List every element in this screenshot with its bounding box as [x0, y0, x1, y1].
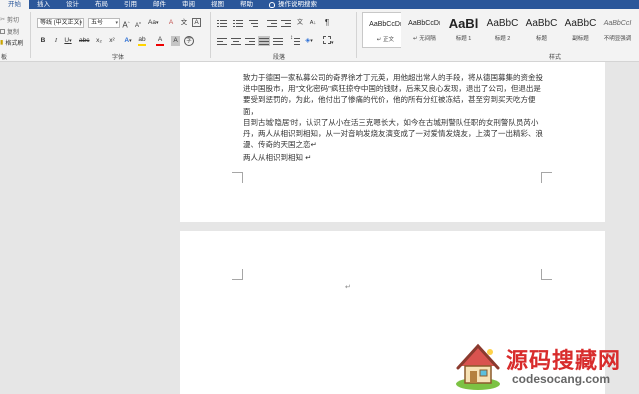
text-effects-button[interactable]: A▾ — [124, 36, 132, 46]
tab-references[interactable]: 引用 — [116, 0, 145, 9]
style-name: 不明显强调 — [603, 36, 632, 42]
cut-button[interactable]: ✂ 剪切 — [0, 15, 19, 24]
shading-button[interactable]: ◈▾ — [305, 36, 313, 46]
bold-button[interactable]: B — [39, 36, 47, 46]
font-size-dropdown[interactable]: 五号 ▾ — [88, 18, 120, 28]
chevron-down-icon: ▾ — [115, 20, 118, 26]
styles-group-label: 样式 — [549, 55, 562, 61]
clipboard-group-label: 板 — [1, 55, 8, 61]
page-1[interactable]: 致力于德国一家私募公司的奇界徐才丁元英，用他超出常人的手段，将从德国募集的资金投… — [180, 62, 605, 222]
justify-button[interactable] — [258, 36, 270, 46]
tell-me-label: 操作说明搜索 — [278, 1, 317, 8]
align-left-button[interactable] — [217, 37, 227, 45]
font-group: 等线 (中文正文) ▾ 五号 ▾ A^ Av Aa▾ A 文 A B I U▾ ab… — [34, 9, 210, 62]
show-marks-button[interactable]: ¶ — [323, 18, 331, 28]
ribbon-tab-strip: 开始 插入 设计 布局 引用 邮件 审阅 视图 帮助 操作说明搜索 — [0, 0, 639, 9]
body-paragraph[interactable]: 致力于德国一家私募公司的奇界徐才丁元英，用他超出常人的手段，将从德国募集的资金投… — [243, 72, 543, 150]
increase-indent-button[interactable] — [281, 19, 291, 27]
character-border-button[interactable]: A — [192, 18, 201, 27]
tab-layout[interactable]: 布局 — [87, 0, 116, 9]
sort-button[interactable]: A↓ — [309, 18, 317, 28]
multilevel-list-button[interactable] — [249, 19, 259, 27]
watermark-url: codesocang.com — [512, 372, 611, 386]
text-line: 致力于德国一家私募公司的奇界徐才丁元英，用他超出常人的手段，将从德国募集的资金投 — [243, 73, 543, 82]
format-painter-button[interactable]: ▮ 格式刷 — [0, 38, 23, 47]
highlight-color-button[interactable]: ab — [138, 36, 146, 46]
ribbon: ✂ 剪切 复制 ▮ 格式刷 板 等线 (中文正文) ▾ 五号 ▾ A^ Av Aa▾ A… — [0, 9, 639, 62]
copy-icon — [0, 29, 5, 34]
copy-label: 复制 — [7, 30, 20, 36]
cut-label: 剪切 — [7, 18, 20, 24]
group-divider — [356, 12, 357, 58]
tell-me-search[interactable]: 操作说明搜索 — [261, 0, 325, 9]
crop-mark-bottom-left — [232, 172, 243, 183]
crop-mark-top-right — [541, 269, 552, 280]
style-preview: AaBbCcI — [603, 20, 632, 27]
grow-font-button[interactable]: A^ — [122, 18, 130, 30]
superscript-button[interactable]: x² — [108, 36, 116, 46]
group-divider — [210, 12, 211, 58]
tab-help[interactable]: 帮助 — [232, 0, 261, 9]
phonetic-guide-button[interactable]: 文 — [180, 18, 188, 28]
align-right-button[interactable] — [245, 37, 255, 45]
border-grid-icon — [323, 36, 331, 44]
distributed-button[interactable] — [273, 37, 283, 45]
tab-design[interactable]: 设计 — [58, 0, 87, 9]
borders-button[interactable]: ▾ — [323, 36, 334, 46]
paragraph-mark: ↵ — [243, 144, 249, 151]
copy-button[interactable]: 复制 — [0, 27, 19, 36]
align-center-button[interactable] — [231, 37, 241, 45]
paragraph-mark: ↵ — [345, 284, 351, 291]
font-name-dropdown[interactable]: 等线 (中文正文) ▾ — [37, 18, 84, 28]
tab-review[interactable]: 审阅 — [174, 0, 203, 9]
clear-formatting-button[interactable]: A — [167, 18, 175, 28]
crop-mark-bottom-right — [541, 172, 552, 183]
clipboard-group: ✂ 剪切 复制 ▮ 格式刷 板 — [0, 9, 30, 62]
crop-mark-top-left — [232, 269, 243, 280]
shrink-font-button[interactable]: Av — [134, 18, 142, 29]
site-watermark: 源码搜藏网 codesocang.com — [452, 340, 637, 394]
watermark-title: 源码搜藏网 — [506, 349, 622, 374]
tab-view[interactable]: 视图 — [203, 0, 232, 9]
tab-mailings[interactable]: 邮件 — [145, 0, 174, 9]
paragraph-group-label: 段落 — [273, 55, 286, 61]
lightbulb-icon — [269, 1, 275, 8]
enclose-characters-button[interactable]: 字 — [184, 36, 194, 46]
text-line: 漫、传奇的天国之恋↵ — [243, 140, 317, 150]
styles-group: AaBbCcDı ↵ 正文 AaBbCcDı ↵ 无间隔 AaBl 标题 1 A… — [360, 9, 639, 62]
text-line: 丹，两人从相识到相知，从一对音响发烧友演变成了一对爱情发烧友，上演了一出精彩、浪 — [243, 129, 543, 139]
strikethrough-button[interactable]: abc — [79, 36, 89, 46]
tab-home[interactable]: 开始 — [0, 0, 29, 9]
format-painter-label: 格式刷 — [5, 41, 24, 47]
font-size-value: 五号 — [91, 20, 104, 26]
change-case-button[interactable]: Aa▾ — [148, 18, 158, 28]
house-logo-icon — [456, 343, 500, 390]
tab-insert[interactable]: 插入 — [29, 0, 58, 9]
chevron-down-icon: ▾ — [79, 20, 82, 26]
chinese-layout-button[interactable]: 文 — [296, 18, 304, 28]
underline-button[interactable]: U▾ — [64, 36, 72, 46]
font-color-button[interactable]: A — [156, 36, 164, 46]
bullets-button[interactable] — [217, 19, 227, 27]
font-name-value: 等线 (中文正文) — [40, 20, 82, 26]
style-subtle-emphasis[interactable]: AaBbCcI 不明显强调 — [596, 12, 639, 48]
subscript-button[interactable]: x₂ — [95, 36, 103, 46]
line-spacing-button[interactable]: ↕ — [290, 35, 300, 45]
character-shading-button[interactable]: A — [171, 36, 180, 46]
font-group-label: 字体 — [112, 55, 125, 61]
group-divider — [30, 12, 31, 58]
text-line: 进中国股市，用"文化密码"疯狂掠夺中国的钱财，后来又良心发现，退出了公司，但退出… — [243, 84, 541, 94]
italic-button[interactable]: I — [52, 36, 60, 46]
brush-icon: ▮ — [0, 40, 4, 46]
paragraph-group: 文 A↓ ¶ ↕ ◈▾ ▾ 段落 — [213, 9, 356, 62]
numbering-button[interactable] — [233, 19, 243, 27]
text-line: 目到古城'隐居'时，认识了从小在活三克嗯长大，如今在古城刑警队任职的女刑警队员芮… — [243, 117, 539, 127]
closing-paragraph[interactable]: 两人从相识到相知 ↵ — [243, 152, 311, 163]
decrease-indent-button[interactable] — [267, 19, 277, 27]
text-line: 要受到惩罚的，为此，他付出了惨痛的代价，他的所有分红被冻结，甚至穷到买天吃方便面… — [243, 95, 536, 116]
scissors-icon: ✂ — [0, 17, 6, 23]
